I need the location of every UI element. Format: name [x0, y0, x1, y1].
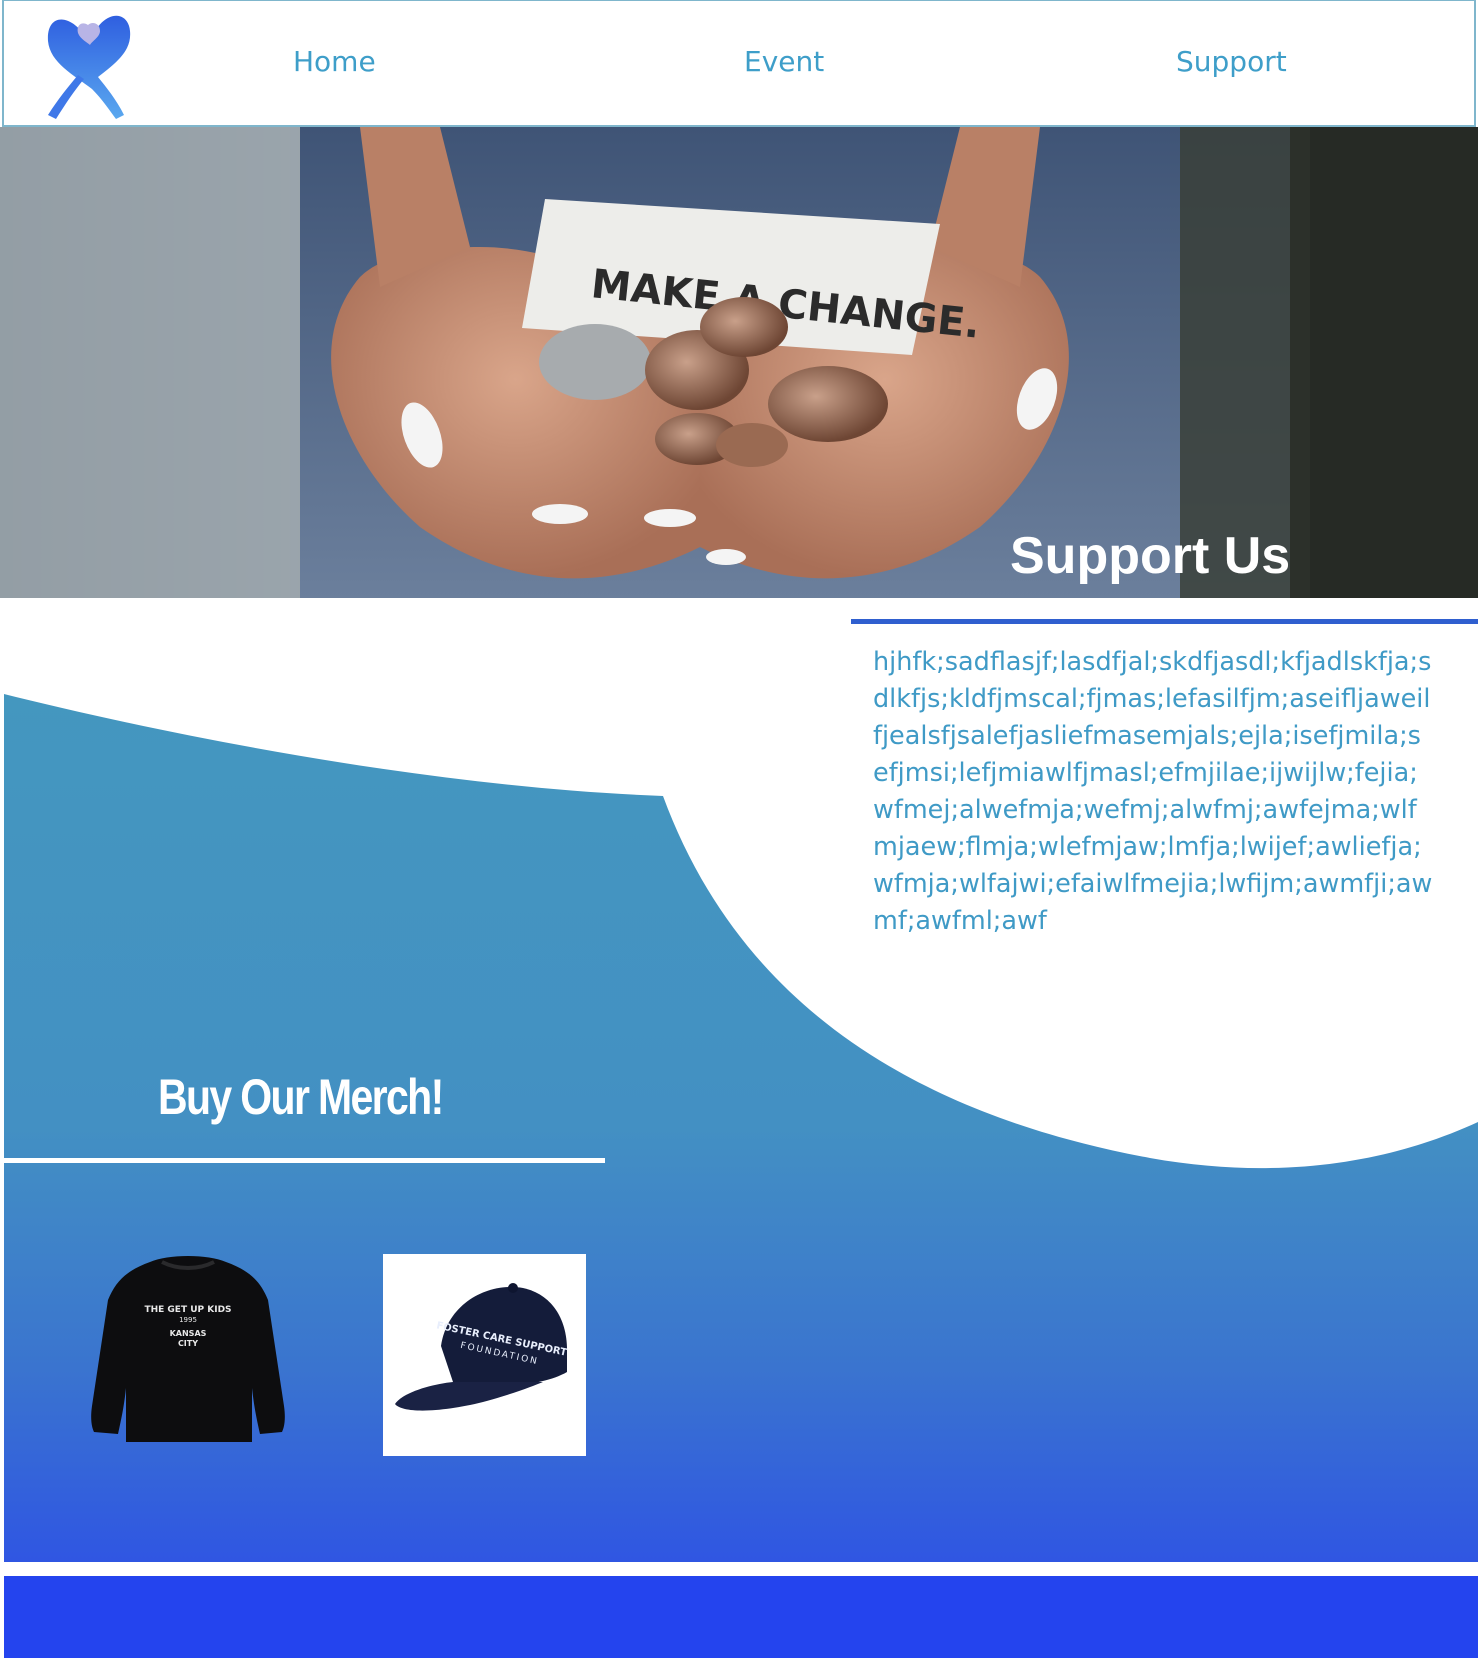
- support-body-text: hjhfk;sadflasjf;lasdfjal;skdfjasdl;kfjad…: [873, 647, 1433, 936]
- nav-home[interactable]: Home: [293, 45, 376, 78]
- ribbon-heart-logo-icon[interactable]: [44, 3, 134, 121]
- hands-coins-photo: MAKE A CHANGE. Support Us: [0, 127, 1478, 598]
- sweatshirt-print-line2: 1995: [179, 1316, 197, 1324]
- support-divider: [851, 619, 1478, 624]
- sweatshirt-print-line3: KANSAS: [170, 1329, 207, 1338]
- product-cap[interactable]: FOSTER CARE SUPPORT FOUNDATION: [383, 1254, 586, 1456]
- merch-underline: [4, 1158, 605, 1163]
- footer: [4, 1576, 1478, 1658]
- sweatshirt-print-line4: CITY: [178, 1339, 198, 1348]
- page-left-edge: [0, 598, 4, 1658]
- cap-image: FOSTER CARE SUPPORT FOUNDATION: [395, 1283, 568, 1411]
- page: Home Event Support MAKE A CHANGE. Suppor…: [0, 0, 1478, 1658]
- nav-support[interactable]: Support: [1176, 45, 1287, 78]
- footer-divider: [0, 1562, 1478, 1576]
- product-sweatshirt[interactable]: THE GET UP KIDS 1995 KANSAS CITY: [88, 1256, 288, 1452]
- nav-event[interactable]: Event: [744, 45, 824, 78]
- site-header: Home Event Support: [2, 0, 1476, 127]
- support-us-title: Support Us: [1010, 527, 1290, 585]
- hero-banner: MAKE A CHANGE. Support Us: [0, 127, 1478, 598]
- merch-title: Buy Our Merch!: [158, 1069, 444, 1125]
- sweatshirt-print-line1: THE GET UP KIDS: [144, 1305, 231, 1315]
